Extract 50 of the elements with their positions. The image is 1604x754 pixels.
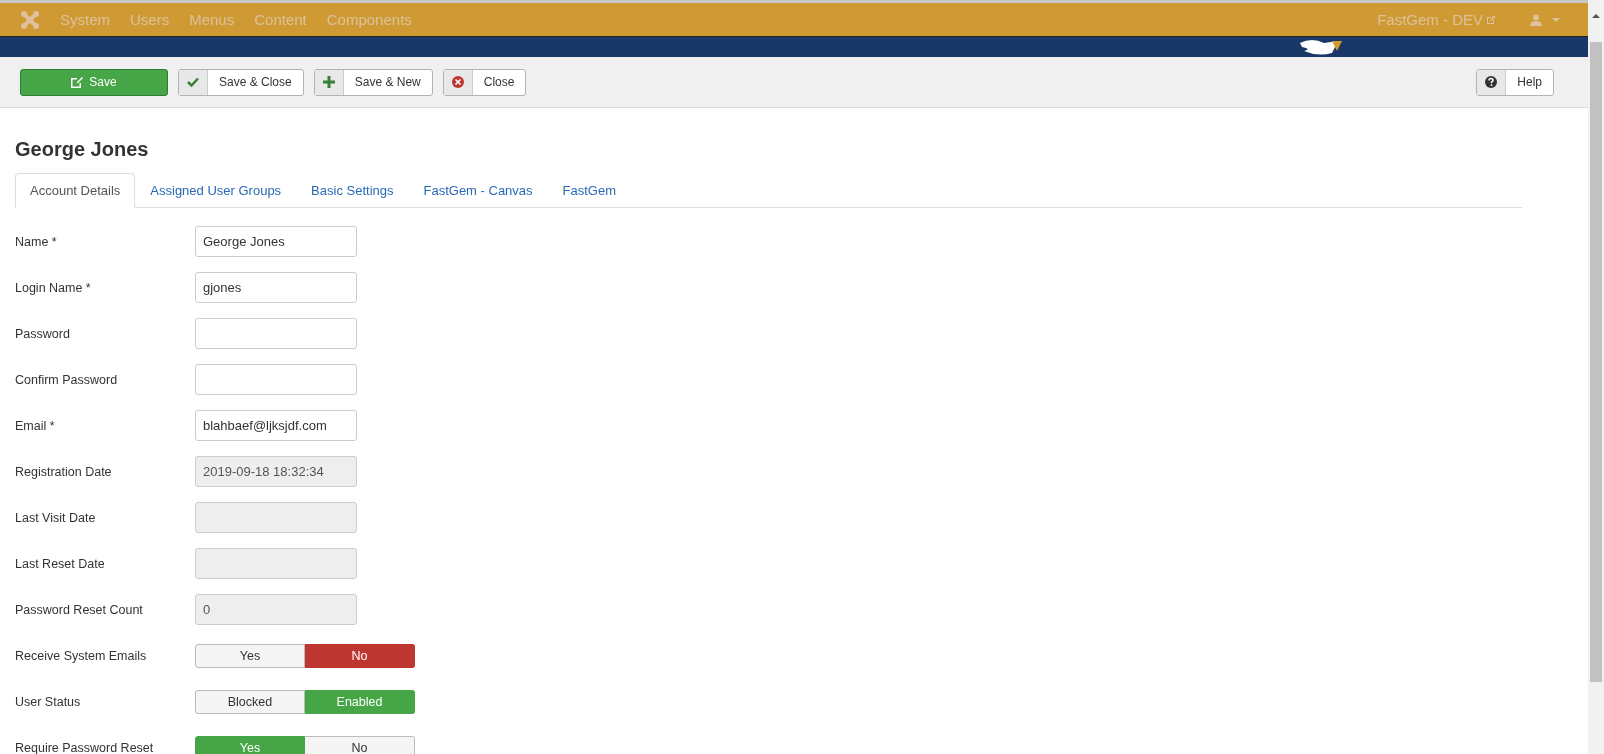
field-label: Password Reset Count — [15, 602, 144, 617]
input-field[interactable]: blahbaef@ljksjdf.com — [195, 410, 357, 441]
toolbar-button[interactable]: Close — [442, 68, 527, 96]
edit-icon — [71, 76, 84, 88]
toggle-option[interactable]: Enabled — [305, 689, 415, 714]
field-label: Email * — [15, 418, 56, 433]
field-label: Receive System Emails — [15, 648, 148, 663]
field-label: Login Name * — [15, 280, 92, 295]
close-icon — [451, 76, 464, 88]
caret-icon — [1552, 17, 1560, 22]
external-link-icon — [1486, 14, 1496, 25]
field-label: User Status — [15, 694, 82, 709]
tab[interactable]: Basic Settings — [296, 173, 409, 208]
toolbar-button[interactable]: Save & New — [313, 68, 433, 96]
field-label: Last Reset Date — [15, 556, 106, 571]
input-field[interactable]: 2019-09-18 18:32:34 — [195, 456, 357, 487]
input-field[interactable] — [195, 318, 357, 349]
help-button[interactable]: Help — [1476, 68, 1554, 96]
user-icon — [1530, 13, 1542, 26]
user-menu[interactable] — [1530, 13, 1560, 26]
tab[interactable]: Assigned User Groups — [135, 173, 297, 208]
input-field[interactable] — [195, 364, 357, 395]
field-label: Name * — [15, 234, 58, 249]
toggle-option[interactable]: Yes — [195, 735, 305, 754]
tab[interactable]: FastGem - Canvas — [408, 173, 548, 208]
input-field[interactable]: 0 — [195, 594, 357, 625]
plus-icon — [322, 76, 335, 88]
tab[interactable]: FastGem — [547, 173, 632, 208]
toggle-option[interactable]: Yes — [195, 643, 305, 668]
toolbar-button[interactable]: Save & Close — [178, 68, 304, 96]
toggle-option[interactable]: No — [305, 643, 415, 668]
toggle-option[interactable]: Blocked — [195, 689, 305, 714]
page-heading: George Jones — [15, 138, 150, 161]
tab[interactable]: Account Details — [15, 173, 136, 208]
scroll-up-icon[interactable] — [1592, 14, 1600, 18]
field-label: Password — [15, 326, 71, 341]
field-label: Require Password Reset — [15, 740, 155, 754]
input-field[interactable] — [195, 502, 357, 533]
input-field[interactable]: gjones — [195, 272, 357, 303]
field-label: Confirm Password — [15, 372, 119, 387]
help-icon — [1485, 76, 1498, 88]
input-field[interactable]: George Jones — [195, 226, 357, 257]
save-button[interactable]: Save — [20, 68, 168, 96]
logo-icon[interactable] — [20, 9, 40, 30]
toggle-option[interactable]: No — [305, 735, 415, 754]
field-label: Last Visit Date — [15, 510, 97, 525]
field-label: Registration Date — [15, 464, 113, 479]
check-icon — [187, 76, 199, 88]
scrollbar-thumb[interactable] — [1590, 42, 1602, 682]
input-field[interactable] — [195, 548, 357, 579]
